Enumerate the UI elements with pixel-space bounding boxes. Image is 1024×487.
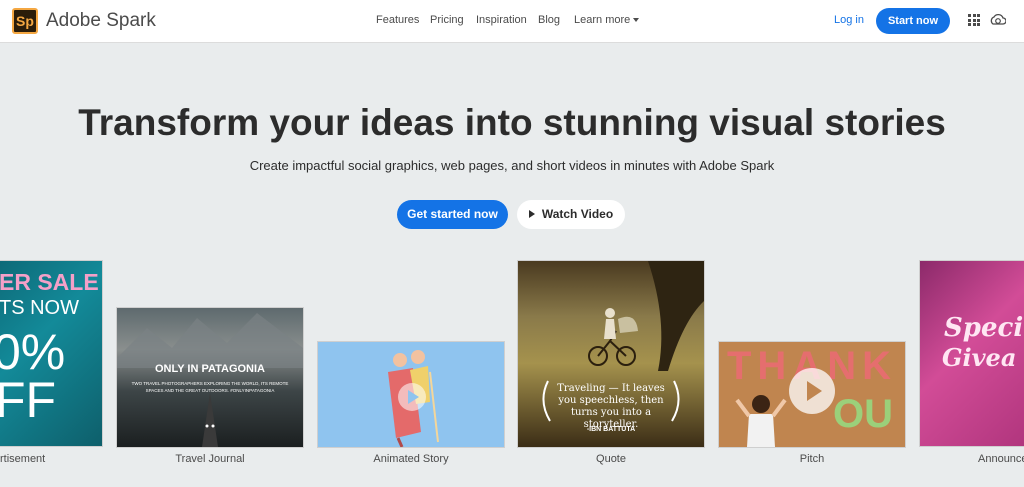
quote-label[interactable]: Quote — [517, 453, 705, 465]
adobe-spark-logo[interactable]: Sp — [12, 8, 38, 34]
hikers-illustration — [388, 350, 439, 447]
advertisement-label[interactable]: rtisement — [0, 453, 45, 465]
travel-subtitle: TWO TRAVEL PHOTOGRAPHERS EXPLORING THE W… — [131, 381, 289, 393]
nav-learn-more-label: Learn more — [574, 14, 631, 26]
nav-pricing[interactable]: Pricing — [430, 14, 464, 26]
quote-card[interactable]: Traveling — It leaves you speechless, th… — [517, 260, 705, 448]
travel-journal-label[interactable]: Travel Journal — [116, 453, 304, 465]
nav-blog[interactable]: Blog — [538, 14, 560, 26]
animated-story-card[interactable] — [317, 341, 505, 448]
get-started-button[interactable]: Get started now — [397, 200, 508, 229]
caret-down-icon — [633, 18, 640, 23]
animated-story-label[interactable]: Animated Story — [317, 453, 505, 465]
announcement-text-line: Givea — [942, 343, 1017, 372]
pitch-card[interactable]: THANK OU — [718, 341, 906, 448]
travel-title: ONLY IN PATAGONIA — [154, 363, 265, 375]
top-nav-bar: Sp Adobe Spark Features Pricing Inspirat… — [0, 0, 1024, 43]
pitch-label[interactable]: Pitch — [718, 453, 906, 465]
play-video-icon[interactable] — [789, 368, 835, 414]
announcement-label[interactable]: Announce — [978, 453, 1024, 465]
creative-cloud-icon[interactable] — [990, 13, 1006, 27]
mountain-road-illustration — [117, 313, 303, 447]
nav-learn-more[interactable]: Learn more — [574, 14, 640, 26]
login-link[interactable]: Log in — [834, 14, 864, 26]
ad-text-line: ER SALE — [0, 269, 99, 295]
hero-subtitle: Create impactful social graphics, web pa… — [249, 158, 775, 173]
hero-title: Transform your ideas into stunning visua… — [78, 102, 946, 143]
start-now-button[interactable]: Start now — [876, 8, 950, 34]
watch-video-button[interactable]: Watch Video — [517, 200, 625, 229]
quote-author: -IBN BATTUTA — [586, 426, 636, 433]
travel-journal-card[interactable]: ONLY IN PATAGONIA TWO TRAVEL PHOTOGRAPHE… — [116, 307, 304, 448]
brand-name[interactable]: Adobe Spark — [46, 10, 156, 32]
quote-text: Traveling — It leaves you speechless, th… — [557, 383, 665, 430]
announcement-text-line: Speci — [944, 313, 1024, 343]
ad-text-line: FF — [0, 372, 57, 428]
advertisement-card[interactable]: ER SALE TS NOW 0% FF — [0, 260, 103, 447]
ad-text-line: TS NOW — [0, 297, 79, 319]
play-icon — [528, 210, 535, 218]
announcement-card[interactable]: Speci Givea — [919, 260, 1024, 447]
watch-video-label: Watch Video — [541, 207, 614, 221]
apps-grid-icon[interactable] — [968, 14, 980, 26]
nav-features[interactable]: Features — [376, 14, 419, 26]
nav-inspiration[interactable]: Inspiration — [476, 14, 527, 26]
